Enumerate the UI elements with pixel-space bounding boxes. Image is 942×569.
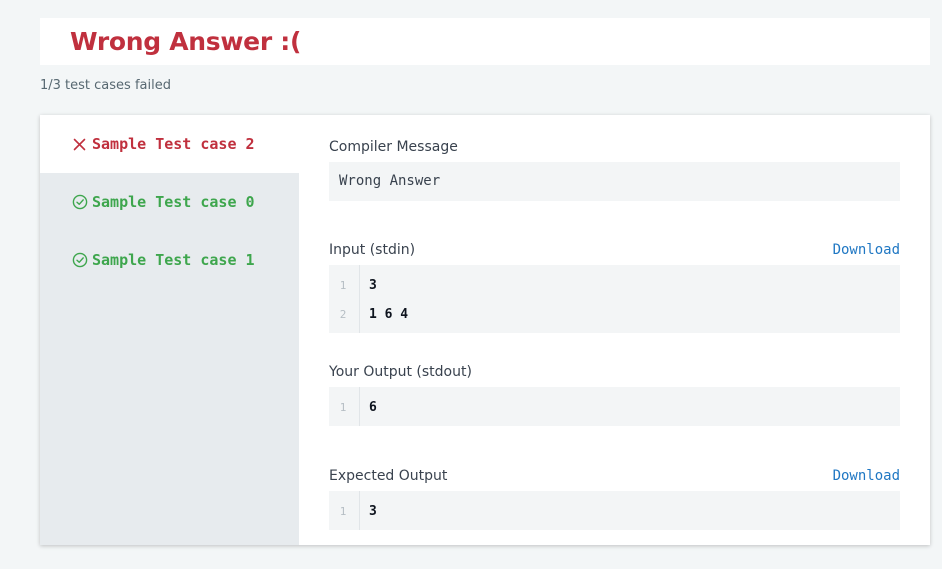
line-text: 6 [369, 399, 377, 415]
tab-label: Sample Test case 2 [92, 135, 255, 153]
test-case-tabs: Sample Test case 2 Sample Test case 0 Sa… [40, 115, 299, 545]
tab-sample-test-case-0[interactable]: Sample Test case 0 [40, 173, 299, 231]
line-text: 3 [369, 503, 377, 519]
code-line: 1 3 [329, 275, 900, 295]
line-number: 1 [339, 278, 347, 292]
input-label: Input (stdin) [329, 242, 416, 258]
line-number: 1 [339, 400, 347, 414]
line-number: 1 [339, 504, 347, 518]
code-line: 1 3 [329, 501, 900, 521]
tab-label: Sample Test case 1 [92, 251, 255, 269]
code-line: 2 1 6 4 [329, 304, 900, 324]
compiler-message-box: Wrong Answer [329, 162, 900, 201]
input-code-box: 1 3 2 1 6 4 [329, 265, 900, 333]
code-line: 1 6 [329, 397, 900, 417]
result-header: Wrong Answer :( [40, 18, 930, 65]
your-output-label: Your Output (stdout) [329, 364, 472, 380]
check-circle-icon [71, 252, 88, 269]
test-summary: 1/3 test cases failed [40, 78, 171, 93]
input-download-link[interactable]: Download [833, 242, 900, 258]
your-output-code-box: 1 6 [329, 387, 900, 426]
tab-label: Sample Test case 0 [92, 193, 255, 211]
expected-output-label: Expected Output [329, 468, 448, 484]
x-icon [71, 136, 88, 153]
compiler-message-label: Compiler Message [329, 139, 458, 155]
tab-sample-test-case-1[interactable]: Sample Test case 1 [40, 231, 299, 289]
expected-output-code-box: 1 3 [329, 491, 900, 530]
test-results-panel: Sample Test case 2 Sample Test case 0 Sa… [40, 115, 930, 545]
check-circle-icon [71, 194, 88, 211]
tab-sample-test-case-2[interactable]: Sample Test case 2 [40, 115, 299, 173]
result-title: Wrong Answer :( [70, 27, 302, 56]
line-text: 1 6 4 [369, 306, 409, 322]
expected-output-download-link[interactable]: Download [833, 468, 900, 484]
line-number: 2 [339, 307, 347, 321]
line-text: 3 [369, 277, 377, 293]
